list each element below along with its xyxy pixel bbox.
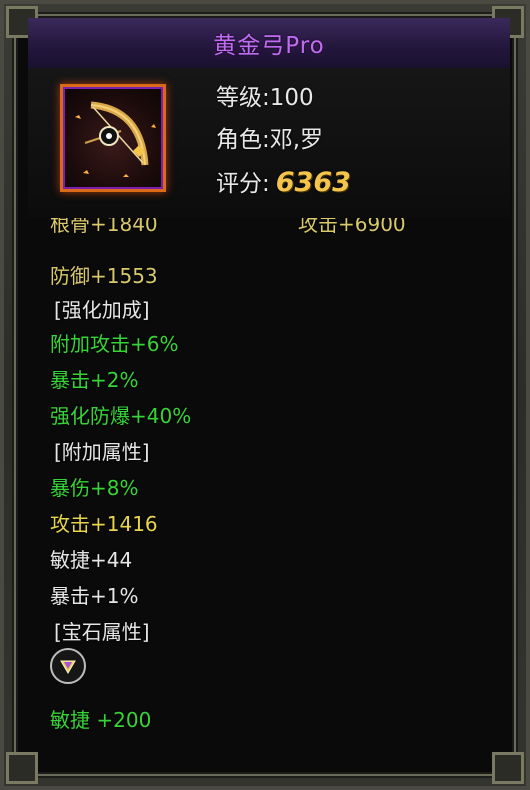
stats-list: 根骨+1840 攻击+6900 防御+1553 [强化加成] 附加攻击+6% 暴… bbox=[40, 218, 510, 748]
item-tooltip-frame: 黄金弓Pro 等级:100 角色:邓,罗 评分: 6363 根骨+1840 攻击+… bbox=[0, 0, 530, 790]
frame-corner-ornament bbox=[492, 752, 524, 784]
title-bar: 黄金弓Pro bbox=[28, 18, 510, 70]
stat-crit: 暴击+2% bbox=[50, 368, 139, 392]
stat-defense: 防御+1553 bbox=[50, 264, 158, 288]
section-header-extra: [附加属性] bbox=[54, 440, 150, 464]
stat-crit-extra: 暴击+1% bbox=[50, 584, 139, 608]
role-value: 邓,罗 bbox=[269, 127, 324, 153]
item-level: 等级:100 bbox=[216, 78, 314, 112]
stat-crit-damage: 暴伤+8% bbox=[50, 476, 139, 500]
score-value: 6363 bbox=[275, 167, 351, 198]
section-header-enhance: [强化加成] bbox=[54, 298, 150, 322]
stat-agility: 敏捷+44 bbox=[50, 548, 133, 572]
stat-gem-agility: 敏捷 +200 bbox=[50, 708, 152, 732]
score-label: 评分: bbox=[216, 171, 270, 197]
item-score: 评分: 6363 bbox=[216, 164, 351, 198]
role-label: 角色: bbox=[216, 127, 270, 153]
golden-bow-icon bbox=[60, 84, 166, 192]
item-name: 黄金弓Pro bbox=[213, 33, 325, 59]
level-label: 等级: bbox=[216, 85, 270, 111]
gem-slot-icon[interactable] bbox=[50, 648, 86, 684]
item-header: 等级:100 角色:邓,罗 评分: 6363 bbox=[28, 68, 510, 218]
stat-bonus-attack: 附加攻击+6% bbox=[50, 332, 179, 356]
stat-enhance-defense: 强化防爆+40% bbox=[50, 404, 192, 428]
frame-corner-ornament bbox=[6, 752, 38, 784]
stat-attack-base: 攻击+6900 bbox=[298, 218, 406, 236]
item-role: 角色:邓,罗 bbox=[216, 120, 323, 154]
level-value: 100 bbox=[269, 85, 314, 111]
stat-attack: 攻击+1416 bbox=[50, 512, 158, 536]
stat-root-bone: 根骨+1840 bbox=[50, 218, 158, 236]
section-header-gem: [宝石属性] bbox=[54, 620, 150, 644]
